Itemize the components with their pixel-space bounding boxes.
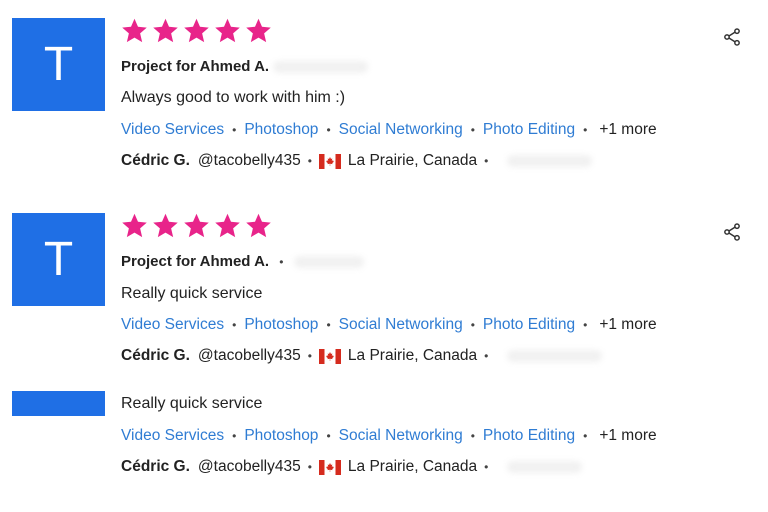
project-title[interactable]: Project for Ahmed A. • — [121, 253, 364, 270]
reviewer-info: Cédric G. @tacobelly435 • La Prairie, Ca… — [121, 458, 583, 476]
separator-dot: • — [326, 318, 331, 332]
tag-photoshop[interactable]: Photoshop — [244, 316, 318, 334]
star-icon — [245, 17, 272, 44]
tag-social-networking[interactable]: Social Networking — [339, 121, 463, 139]
tag-photoshop[interactable]: Photoshop — [244, 121, 318, 139]
reviewer-handle[interactable]: @tacobelly435 — [198, 152, 301, 170]
canada-flag-icon — [318, 153, 341, 169]
star-rating — [121, 17, 272, 44]
separator-dot: • — [470, 429, 475, 443]
redacted-date — [507, 155, 593, 167]
star-icon — [214, 17, 241, 44]
star-icon — [245, 212, 272, 239]
star-icon — [152, 212, 179, 239]
separator-dot: • — [279, 255, 284, 269]
reviewer-location: La Prairie, Canada — [347, 458, 478, 475]
star-icon — [214, 212, 241, 239]
reviewer-handle[interactable]: @tacobelly435 — [198, 458, 301, 476]
more-tags-button[interactable]: +1 more — [599, 316, 656, 334]
canada-flag-icon — [318, 459, 341, 475]
skill-tags: Video Services • Photoshop • Social Netw… — [121, 316, 657, 334]
separator-dot: • — [307, 154, 312, 168]
tag-social-networking[interactable]: Social Networking — [339, 316, 463, 334]
reviewer-location: La Prairie, Canada — [347, 347, 478, 364]
tag-photo-editing[interactable]: Photo Editing — [483, 121, 575, 139]
reviewer-name[interactable]: Cédric G. — [121, 347, 190, 365]
project-title-text[interactable]: Project for Ahmed A. — [121, 58, 269, 75]
tag-video-services[interactable]: Video Services — [121, 316, 224, 334]
tag-video-services[interactable]: Video Services — [121, 427, 224, 445]
separator-dot: • — [484, 154, 489, 168]
reviewer-name[interactable]: Cédric G. — [121, 458, 190, 476]
avatar: T — [12, 18, 105, 111]
star-icon — [121, 17, 148, 44]
reviewer-handle[interactable]: @tacobelly435 — [198, 347, 301, 365]
tag-photo-editing[interactable]: Photo Editing — [483, 427, 575, 445]
star-rating — [121, 212, 272, 239]
review-comment: Really quick service — [121, 395, 263, 412]
avatar — [12, 391, 105, 416]
separator-dot: • — [232, 429, 237, 443]
project-title-text[interactable]: Project for Ahmed A. — [121, 253, 269, 270]
review-comment: Always good to work with him :) — [121, 89, 346, 106]
separator-dot: • — [326, 429, 331, 443]
separator-dot: • — [470, 123, 475, 137]
separator-dot: • — [583, 318, 588, 332]
redacted-date — [507, 461, 583, 473]
project-title[interactable]: Project for Ahmed A. — [121, 58, 369, 75]
share-icon[interactable] — [722, 27, 742, 47]
tag-video-services[interactable]: Video Services — [121, 121, 224, 139]
separator-dot: • — [583, 429, 588, 443]
separator-dot: • — [307, 349, 312, 363]
reviewer-location: La Prairie, Canada — [347, 152, 478, 169]
star-icon — [152, 17, 179, 44]
skill-tags: Video Services • Photoshop • Social Netw… — [121, 121, 657, 139]
tag-social-networking[interactable]: Social Networking — [339, 427, 463, 445]
more-tags-button[interactable]: +1 more — [599, 121, 656, 139]
separator-dot: • — [232, 123, 237, 137]
separator-dot: • — [326, 123, 331, 137]
more-tags-button[interactable]: +1 more — [599, 427, 656, 445]
separator-dot: • — [484, 460, 489, 474]
share-icon[interactable] — [722, 222, 742, 242]
avatar: T — [12, 213, 105, 306]
tag-photo-editing[interactable]: Photo Editing — [483, 316, 575, 334]
separator-dot: • — [484, 349, 489, 363]
reviewer-info: Cédric G. @tacobelly435 • La Prairie, Ca… — [121, 347, 603, 365]
skill-tags: Video Services • Photoshop • Social Netw… — [121, 427, 657, 445]
review-comment: Really quick service — [121, 285, 263, 302]
reviewer-name[interactable]: Cédric G. — [121, 152, 190, 170]
star-icon — [183, 17, 210, 44]
tag-photoshop[interactable]: Photoshop — [244, 427, 318, 445]
separator-dot: • — [307, 460, 312, 474]
separator-dot: • — [583, 123, 588, 137]
star-icon — [183, 212, 210, 239]
star-icon — [121, 212, 148, 239]
separator-dot: • — [232, 318, 237, 332]
canada-flag-icon — [318, 348, 341, 364]
redacted-date — [273, 61, 369, 74]
redacted-date — [293, 256, 364, 269]
reviewer-info: Cédric G. @tacobelly435 • La Prairie, Ca… — [121, 152, 593, 170]
redacted-date — [507, 350, 603, 362]
separator-dot: • — [470, 318, 475, 332]
